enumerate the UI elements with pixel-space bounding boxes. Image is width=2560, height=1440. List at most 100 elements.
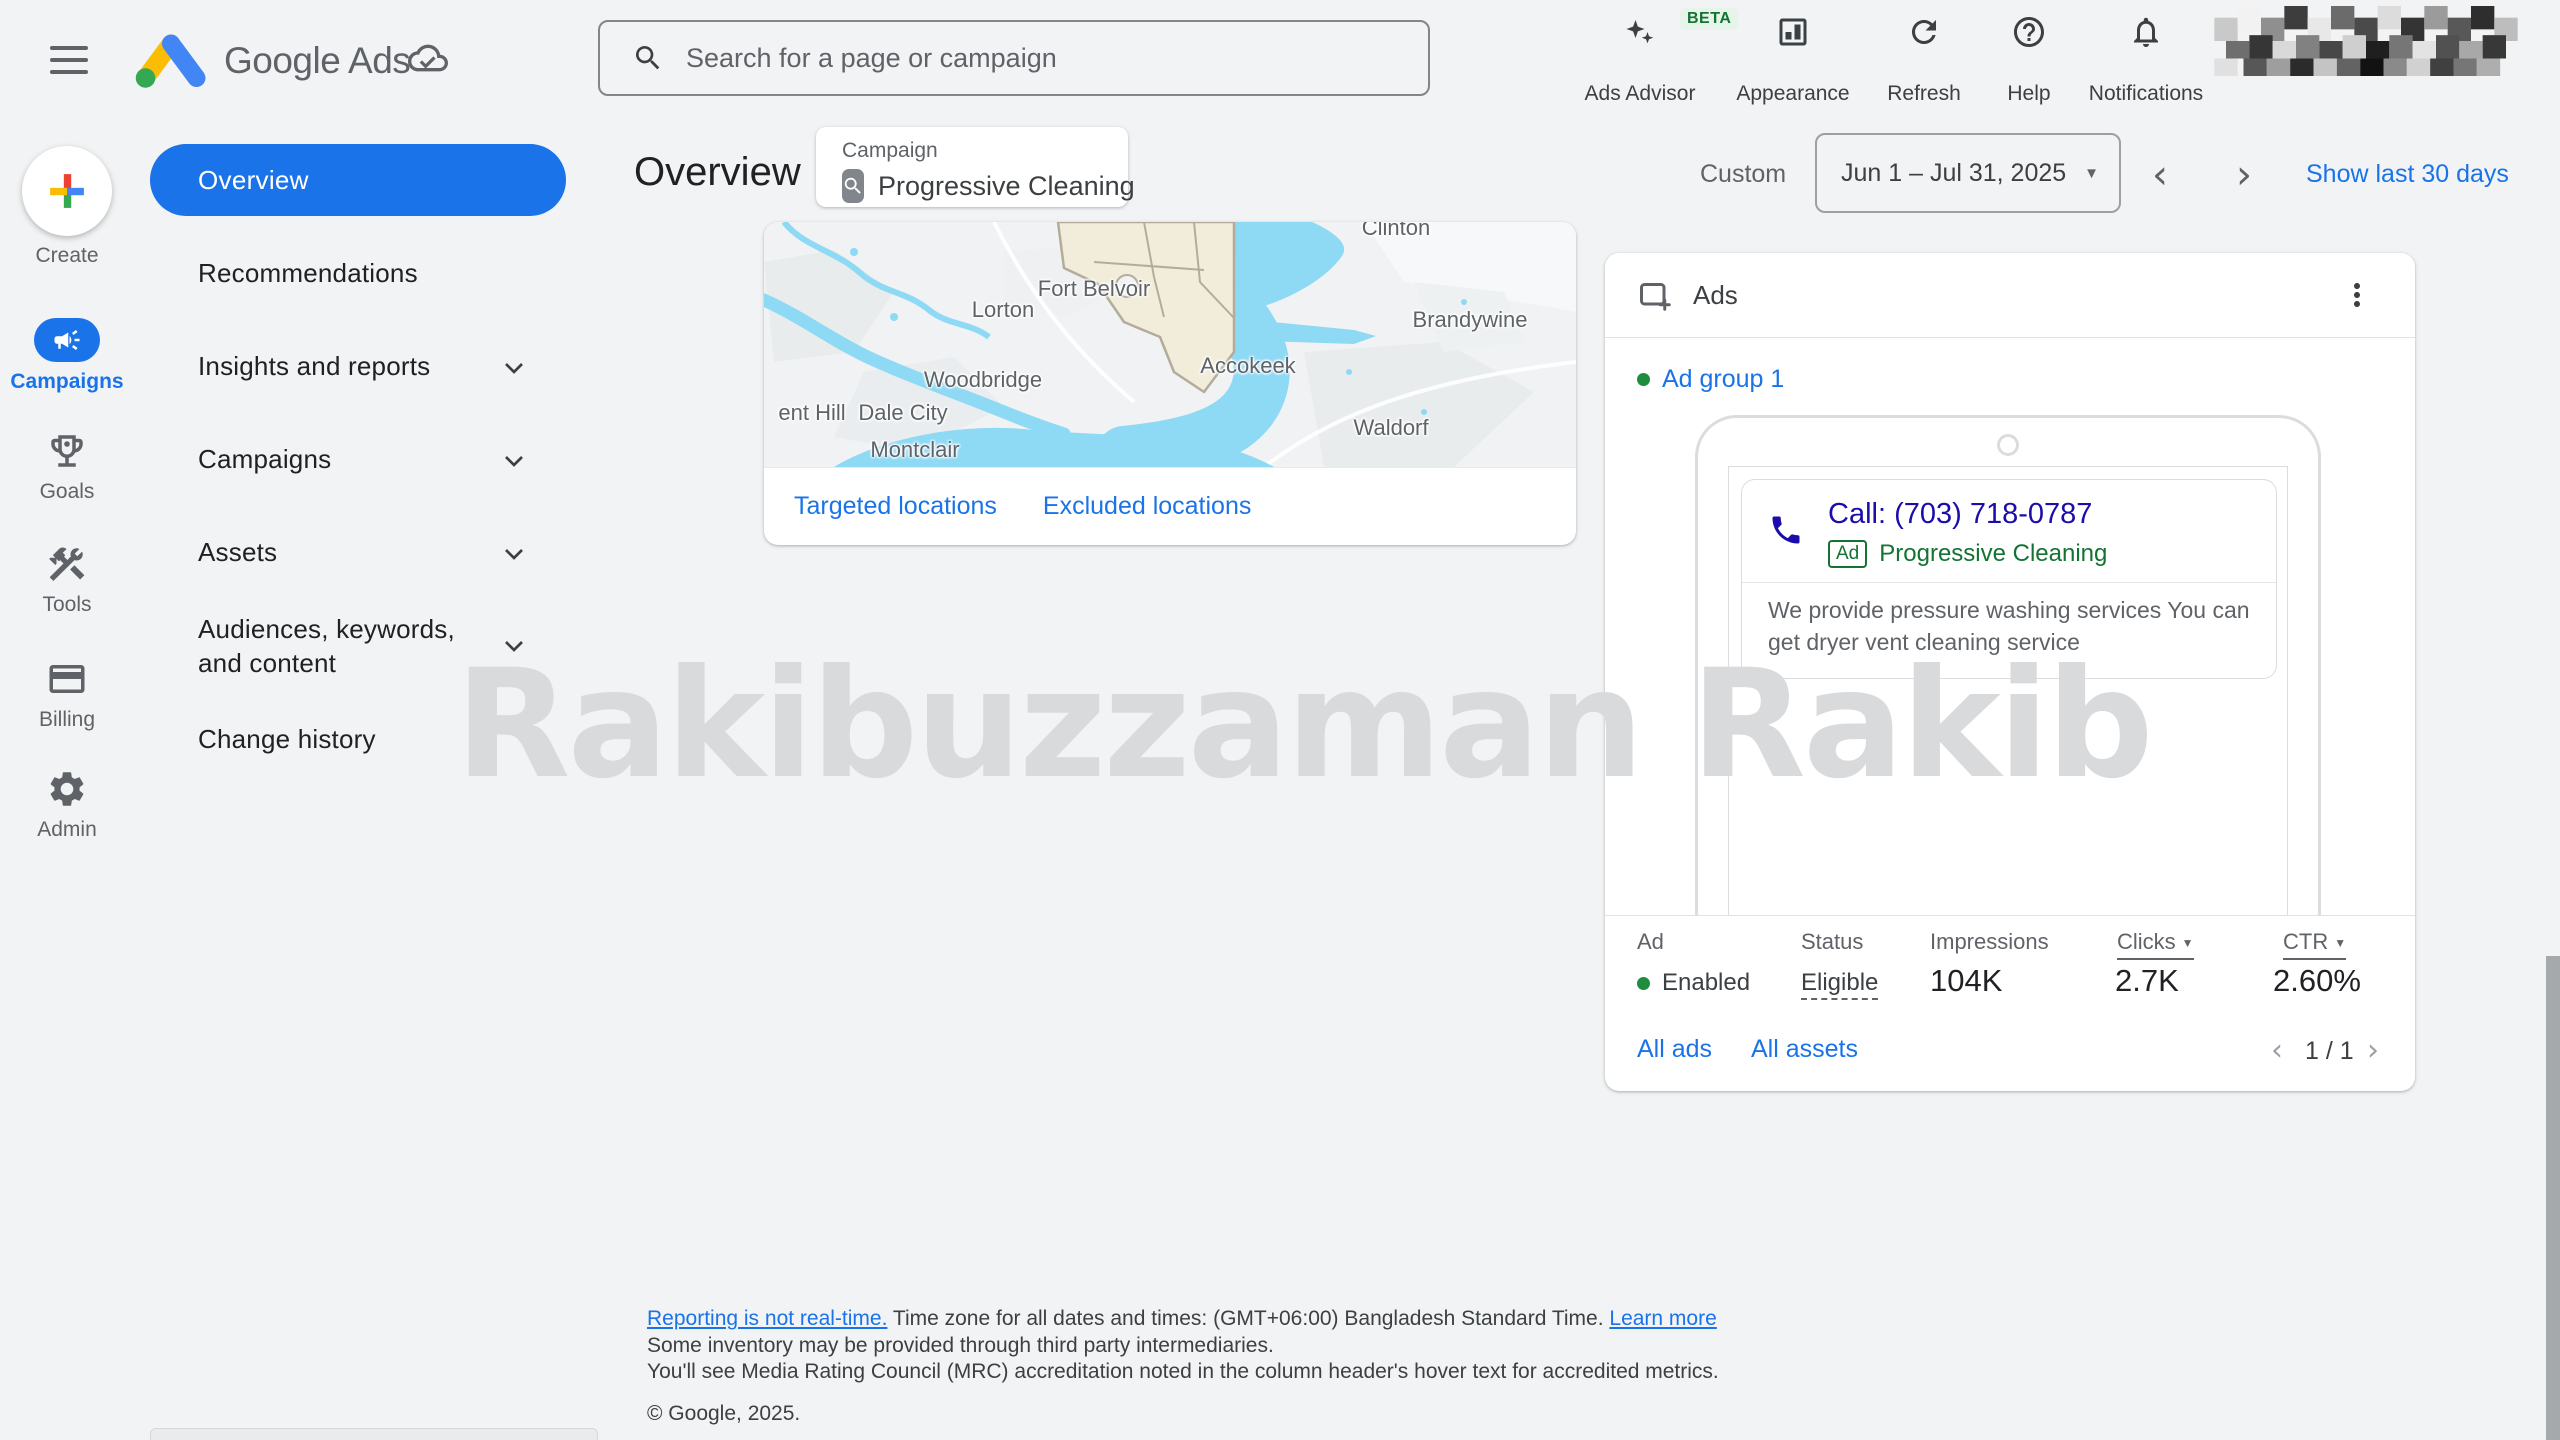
impressions-value: 104K	[1930, 963, 2002, 999]
next-period-button[interactable]: ›	[2236, 152, 2252, 198]
ad-description: We provide pressure washing services You…	[1768, 594, 2260, 658]
mrc-text: You'll see Media Rating Council (MRC) ac…	[647, 1360, 1719, 1383]
map-place-label: Dale City	[858, 400, 947, 426]
credit-card-icon	[46, 658, 88, 700]
map-place-label: Brandywine	[1413, 307, 1528, 333]
nav-item-recommendations[interactable]: Recommendations	[198, 258, 570, 289]
locations-card: Clinton Fort Belvoir Lorton Brandywine A…	[764, 222, 1576, 545]
overflow-menu-icon[interactable]	[2339, 277, 2375, 313]
previous-period-button[interactable]: ‹	[2152, 152, 2168, 198]
campaign-scope-chip[interactable]: Campaign Progressive Cleaning	[816, 127, 1128, 207]
copyright: © Google, 2025.	[647, 1402, 800, 1426]
tools-icon	[46, 543, 88, 585]
phone-camera-icon	[1997, 434, 2019, 456]
targeted-locations-link[interactable]: Targeted locations	[794, 492, 997, 521]
rail-item-tools[interactable]: Tools	[0, 543, 134, 617]
phone-mockup: Call: (703) 718-0787 Ad Progressive Clea…	[1695, 415, 2321, 915]
rail-item-billing[interactable]: Billing	[0, 658, 134, 732]
reporting-link[interactable]: Reporting is not real-time.	[647, 1307, 887, 1330]
horizontal-scrollbar[interactable]	[150, 1428, 598, 1440]
rail-item-create[interactable]: Create	[0, 146, 134, 268]
col-header-status: Status	[1801, 929, 1863, 955]
col-header-ctr[interactable]: CTR▼	[2283, 929, 2346, 960]
chevron-down-icon[interactable]	[498, 630, 530, 662]
notifications-button[interactable]: Notifications	[2082, 14, 2210, 106]
trophy-icon	[46, 430, 88, 472]
rail-item-goals[interactable]: Goals	[0, 430, 134, 504]
map-place-label: Accokeek	[1200, 353, 1295, 379]
app-title: Google Ads	[224, 40, 410, 82]
status-dot	[1637, 373, 1650, 386]
col-header-clicks[interactable]: Clicks▼	[2117, 929, 2194, 960]
megaphone-icon	[52, 325, 82, 355]
account-info-redacted[interactable]	[2210, 6, 2522, 81]
gear-icon	[46, 768, 88, 810]
targeted-locations-map[interactable]: Clinton Fort Belvoir Lorton Brandywine A…	[764, 222, 1576, 467]
global-search[interactable]	[598, 20, 1430, 96]
map-place-label: Fort Belvoir	[1038, 276, 1150, 302]
chip-label: Campaign	[842, 139, 1128, 163]
cloud-check-icon	[408, 42, 448, 79]
show-last-30-days-link[interactable]: Show last 30 days	[2306, 160, 2509, 189]
menu-icon[interactable]	[50, 46, 88, 74]
all-assets-link[interactable]: All assets	[1751, 1035, 1858, 1064]
appearance-icon	[1775, 14, 1811, 50]
learn-more-link[interactable]: Learn more	[1609, 1307, 1716, 1330]
chip-value: Progressive Cleaning	[878, 171, 1135, 202]
ad-group-link[interactable]: Ad group 1	[1637, 365, 1784, 394]
map-place-label: ent Hill	[778, 400, 845, 426]
rail-item-admin[interactable]: Admin	[0, 768, 134, 842]
nav-item-overview[interactable]: Overview	[150, 144, 566, 216]
map-place-label: Waldorf	[1354, 415, 1429, 441]
ads-icon	[1637, 277, 1673, 313]
ads-advisor-button[interactable]: BETA Ads Advisor	[1572, 14, 1708, 106]
page-previous-icon[interactable]: ‹	[2271, 1033, 2283, 1068]
refresh-button[interactable]: Refresh	[1868, 14, 1980, 106]
ad-badge: Ad	[1828, 540, 1867, 568]
excluded-locations-link[interactable]: Excluded locations	[1043, 492, 1251, 521]
sparkle-icon	[1622, 14, 1658, 50]
page-next-icon[interactable]: ›	[2367, 1033, 2379, 1068]
clicks-value: 2.7K	[2115, 963, 2179, 999]
ad-headline[interactable]: Call: (703) 718-0787	[1828, 498, 2092, 531]
nav-item-audiences-keywords-content[interactable]: Audiences, keywords, and content	[198, 612, 498, 680]
inventory-text: Some inventory may be provided through t…	[647, 1334, 1274, 1357]
vertical-scrollbar[interactable]	[2546, 956, 2560, 1440]
date-range-picker[interactable]: Jun 1 – Jul 31, 2025 ▼	[1815, 133, 2121, 213]
ads-card: Ads Ad group 1 Call: (703) 718-0787 Ad P…	[1605, 253, 2415, 1091]
ad-status-enabled: Enabled	[1637, 969, 1750, 997]
sort-caret-icon: ▼	[2182, 936, 2194, 950]
call-ad-preview[interactable]: Call: (703) 718-0787 Ad Progressive Clea…	[1741, 479, 2277, 679]
pagination-label: 1 / 1	[2305, 1037, 2354, 1066]
divider	[1605, 915, 2415, 916]
help-icon	[2011, 14, 2047, 50]
phone-icon	[1768, 512, 1804, 548]
rail-item-campaigns[interactable]: Campaigns	[0, 318, 134, 394]
search-input[interactable]	[686, 43, 1326, 74]
ads-card-title: Ads	[1693, 280, 1738, 311]
ctr-value: 2.60%	[2273, 963, 2361, 999]
report-footer: Reporting is not real-time. Time zone fo…	[647, 1306, 2047, 1386]
map-place-label: Lorton	[972, 297, 1034, 323]
appearance-button[interactable]: Appearance	[1733, 14, 1853, 106]
chevron-down-icon[interactable]	[498, 445, 530, 477]
col-header-impressions: Impressions	[1930, 929, 2049, 955]
advertiser-name: Progressive Cleaning	[1879, 540, 2107, 568]
ad-status-eligible[interactable]: Eligible	[1801, 969, 1878, 997]
all-ads-link[interactable]: All ads	[1637, 1035, 1712, 1064]
map-place-label: Montclair	[870, 437, 959, 463]
date-mode-label: Custom	[1700, 160, 1786, 189]
google-ads-overview-page: Google Ads BETA Ads Advisor Appearance R…	[0, 0, 2560, 1440]
plus-icon	[48, 172, 86, 210]
help-button[interactable]: Help	[1984, 14, 2074, 106]
nav-item-change-history[interactable]: Change history	[198, 724, 570, 755]
campaign-search-icon	[842, 169, 864, 203]
chevron-down-icon[interactable]	[498, 538, 530, 570]
dropdown-caret-icon: ▼	[2084, 165, 2099, 182]
map-place-label: Clinton	[1362, 222, 1430, 241]
chevron-down-icon[interactable]	[498, 352, 530, 384]
timezone-text: Time zone for all dates and times: (GMT+…	[887, 1307, 1609, 1330]
sort-caret-icon: ▼	[2334, 936, 2346, 950]
search-icon	[632, 42, 664, 74]
divider	[1742, 582, 2276, 583]
